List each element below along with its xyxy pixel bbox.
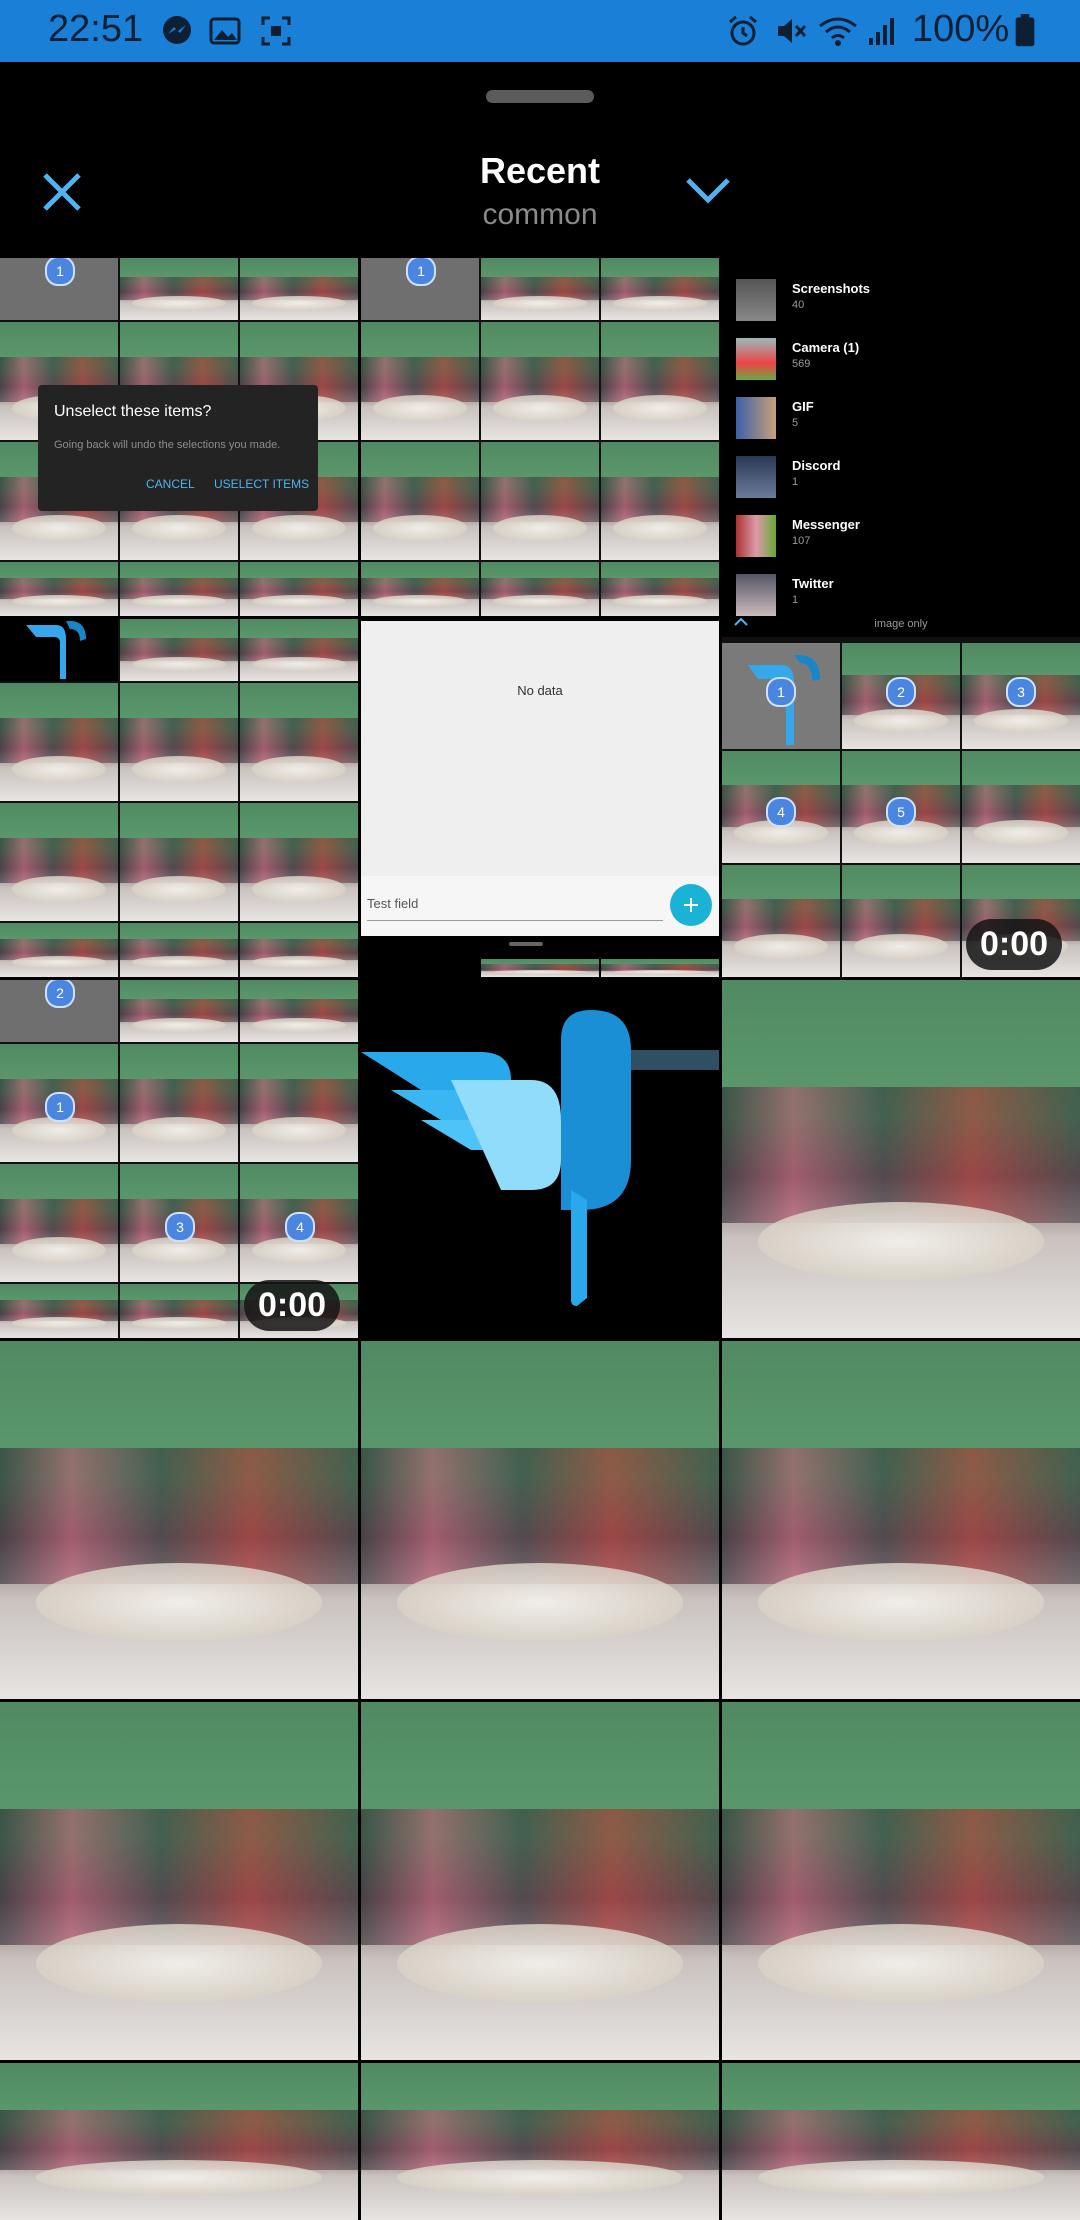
empty-state-message: No data: [517, 683, 563, 698]
folder-count: 1: [792, 476, 799, 488]
photo-thumbnail[interactable]: [361, 1341, 719, 1699]
selection-badge: 5: [886, 797, 916, 827]
test-field-input[interactable]: Test field: [367, 896, 663, 921]
picker-header: Recent common: [0, 62, 1080, 258]
folder-count: 1: [792, 594, 799, 606]
folder-item-messenger[interactable]: Messenger 107: [736, 511, 1056, 561]
video-duration: 0:00: [244, 1280, 341, 1331]
selection-badge: 2: [45, 980, 75, 1008]
selection-badge: 4: [766, 797, 796, 827]
folder-count: 569: [792, 358, 811, 370]
folder-item-twitter[interactable]: Twitter 1: [736, 570, 1056, 620]
photo-thumbnail[interactable]: [722, 1702, 1080, 2060]
folder-thumb: [736, 397, 776, 439]
photo-thumbnail[interactable]: [722, 2063, 1080, 2220]
empty-state-area: No data: [361, 621, 719, 876]
folder-name: Camera (1): [792, 340, 860, 355]
album-title[interactable]: Recent: [0, 150, 1080, 192]
wifi-icon: [819, 17, 857, 46]
album-subtitle: common: [482, 198, 598, 231]
battery-percent: 100%: [912, 8, 1010, 50]
status-time: 22:51: [48, 8, 144, 50]
folder-thumb: [736, 574, 776, 616]
folder-thumb: [736, 338, 776, 380]
gallery-icon: [209, 17, 241, 45]
folder-footer-bar: image only: [722, 616, 1080, 632]
add-button[interactable]: [670, 884, 712, 926]
mini-drag-handle: [509, 942, 543, 946]
selection-badge: 1: [45, 1092, 75, 1122]
bird-logo-icon: [361, 1010, 719, 1306]
grid-cell-mosaic-selected[interactable]: 1 2 3 4 5 0:00: [722, 637, 1080, 977]
empty-state-panel: No data Test field: [361, 619, 719, 977]
folder-item-camera[interactable]: Camera (1) 569: [736, 334, 1056, 384]
photo-thumbnail[interactable]: [0, 2063, 358, 2220]
input-bar: Test field: [361, 876, 719, 936]
video-duration: 0:00: [966, 919, 1063, 970]
folder-thumb: [736, 279, 776, 321]
selection-badge: 2: [886, 677, 916, 707]
battery-icon: [1015, 14, 1035, 47]
selection-badge: 3: [1006, 677, 1036, 707]
grid-cell-bird-logo[interactable]: [361, 980, 719, 1338]
grid-cell-mosaic-3[interactable]: [0, 619, 358, 977]
grid-cell-mosaic-2[interactable]: 1: [361, 258, 719, 616]
dialog-message: Going back will undo the selections you …: [54, 439, 281, 451]
status-bar: 22:51 100%: [0, 0, 1080, 62]
folder-count: 107: [792, 535, 811, 547]
photo-thumbnail[interactable]: [0, 1702, 358, 2060]
folder-count: 5: [792, 417, 799, 429]
folder-thumb: [736, 515, 776, 557]
folder-item-gif[interactable]: GIF 5: [736, 393, 1056, 443]
alarm-icon: [729, 15, 757, 46]
folder-thumb: [736, 456, 776, 498]
drag-handle[interactable]: [486, 90, 594, 103]
folder-item-discord[interactable]: Discord 1: [736, 452, 1056, 502]
selection-badge: 1: [45, 258, 75, 286]
dialog-title: Unselect these items?: [54, 403, 212, 420]
folder-name: Screenshots: [792, 281, 871, 296]
dialog-cancel-button[interactable]: CANCEL: [146, 477, 195, 491]
photo-thumbnail[interactable]: [722, 1341, 1080, 1699]
photo-thumbnail[interactable]: [361, 1702, 719, 2060]
unselect-dialog: Unselect these items? Going back will un…: [38, 385, 318, 511]
signal-icon: [869, 18, 894, 45]
selection-badge: 4: [285, 1212, 315, 1242]
folder-name: Discord: [792, 458, 841, 473]
selection-badge: 3: [165, 1212, 195, 1242]
folder-item-screenshots[interactable]: Screenshots 40: [736, 275, 1056, 325]
photo-thumbnail[interactable]: [0, 1341, 358, 1699]
chevron-down-icon[interactable]: [684, 174, 732, 206]
grid-cell-mosaic-4[interactable]: 2 1 3 4 0:00: [0, 980, 358, 1338]
mute-icon: [778, 19, 807, 43]
selection-badge: 1: [766, 677, 796, 707]
selection-badge: 1: [406, 258, 436, 286]
folder-count: 40: [792, 299, 805, 311]
folder-filter-label: image only: [874, 618, 928, 630]
folder-name: Twitter: [792, 576, 834, 591]
photo-thumbnail[interactable]: [361, 2063, 719, 2220]
photo-thumbnail[interactable]: [722, 980, 1080, 1338]
screenshot-icon: [261, 16, 291, 46]
bird-logo-icon: [26, 620, 86, 679]
plus-icon: [684, 898, 698, 912]
messenger-icon: [163, 16, 191, 44]
dialog-confirm-button[interactable]: USELECT ITEMS: [214, 477, 309, 491]
folder-name: Messenger: [792, 517, 860, 532]
folder-name: GIF: [792, 399, 814, 414]
